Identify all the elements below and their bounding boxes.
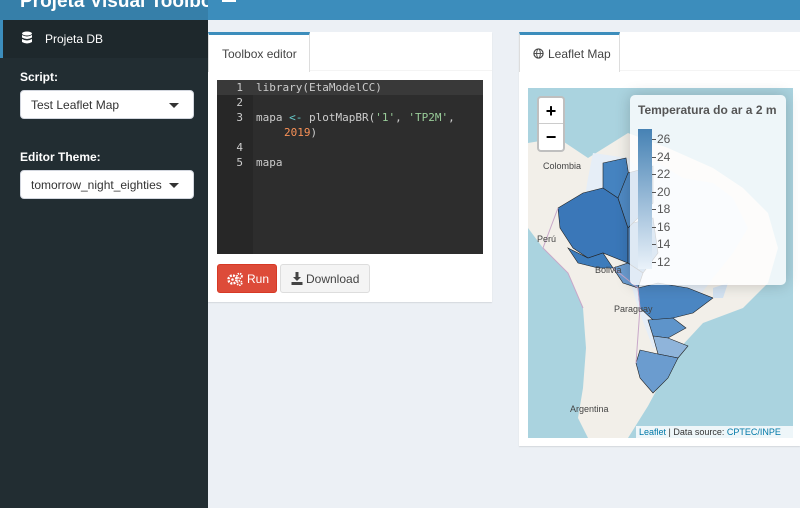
globe-icon (533, 48, 544, 59)
data-source-link[interactable]: CPTEC/INPE (727, 427, 781, 437)
legend-tick: 20 (652, 185, 670, 199)
attribution-separator: | Data source: (666, 427, 727, 437)
caret-down-icon (169, 183, 179, 188)
tab-label: Toolbox editor (222, 47, 297, 61)
script-select[interactable]: Test Leaflet Map (20, 90, 194, 119)
download-button-label: Download (306, 272, 360, 286)
tab-strip-line (620, 70, 800, 71)
zoom-out-button[interactable]: − (539, 124, 563, 150)
line-number: 1 (236, 81, 243, 94)
editor-theme-label: Editor Theme: (20, 150, 101, 164)
download-button[interactable]: Download (280, 264, 370, 293)
legend-tick: 26 (652, 132, 670, 146)
sidebar-item-projeta-db[interactable]: Projeta DB (0, 20, 208, 58)
code-line: 2019) (284, 126, 317, 139)
map-label-peru: Perú (537, 234, 557, 244)
code-line: mapa (256, 156, 283, 169)
cogs-icon (227, 272, 243, 286)
sidebar-item-label: Projeta DB (45, 32, 104, 46)
map-label-argentina: Argentina (570, 404, 609, 414)
map-legend: Temperatura do ar a 2 m 26 24 22 20 18 1… (630, 95, 786, 285)
tab-label: Leaflet Map (548, 47, 611, 61)
line-number: 3 (236, 111, 243, 124)
tab-leaflet-map[interactable]: Leaflet Map (519, 32, 620, 72)
top-navbar (208, 0, 800, 20)
legend-tick: 18 (652, 202, 670, 216)
code-line: library(EtaModelCC) (256, 81, 382, 94)
code-token: 2019 (284, 126, 311, 139)
code-token: '1' (375, 111, 396, 124)
app-logo: Projeta Visual Toolbox (0, 0, 208, 20)
code-token: , (395, 111, 409, 124)
sidebar: Projeta DB Script: Test Leaflet Map Edit… (0, 20, 208, 508)
legend-tick: 16 (652, 220, 670, 234)
legend-tick: 22 (652, 167, 670, 181)
run-button[interactable]: Run (217, 264, 277, 293)
caret-down-icon (169, 103, 179, 108)
script-select-value: Test Leaflet Map (31, 98, 120, 112)
legend-tick: 24 (652, 150, 670, 164)
code-token: ) (310, 126, 318, 139)
map-label-bolivia: Bolivia (595, 265, 622, 275)
zoom-control: + − (537, 96, 565, 152)
legend-title: Temperatura do ar a 2 m (638, 103, 777, 117)
legend-tick: 14 (652, 237, 670, 251)
sidebar-toggle-icon[interactable] (222, 0, 236, 2)
run-button-label: Run (247, 272, 270, 286)
download-icon (291, 272, 303, 285)
code-token: 'TP2M' (408, 111, 449, 124)
line-number: 2 (236, 96, 243, 109)
map-attribution: Leaflet | Data source: CPTEC/INPE (636, 426, 793, 438)
editor-theme-select-value: tomorrow_night_eighties (31, 178, 162, 192)
line-number: 5 (236, 156, 243, 169)
leaflet-link[interactable]: Leaflet (639, 427, 666, 437)
map-label-paraguay: Paraguay (614, 304, 653, 314)
line-number: 4 (236, 141, 243, 154)
code-token: , (448, 111, 455, 124)
map-label-colombia: Colombia (543, 161, 582, 171)
app-title: Projeta Visual Toolbox (20, 0, 208, 12)
legend-color-bar (638, 129, 652, 269)
database-icon (22, 31, 32, 44)
code-line: mapa <- plotMapBR('1', 'TP2M', (256, 111, 455, 124)
code-token: mapa (256, 111, 290, 124)
script-label: Script: (20, 70, 59, 84)
code-editor[interactable]: 1 2 3 4 5 library(EtaModelCC) mapa <- pl… (217, 80, 483, 254)
code-token: plotMapBR( (302, 111, 376, 124)
editor-theme-select[interactable]: tomorrow_night_eighties (20, 170, 194, 199)
zoom-in-button[interactable]: + (539, 98, 563, 124)
tab-toolbox-editor[interactable]: Toolbox editor (208, 32, 310, 72)
legend-tick: 12 (652, 255, 670, 269)
code-token: <- (289, 111, 303, 124)
tab-strip-line (310, 70, 492, 71)
